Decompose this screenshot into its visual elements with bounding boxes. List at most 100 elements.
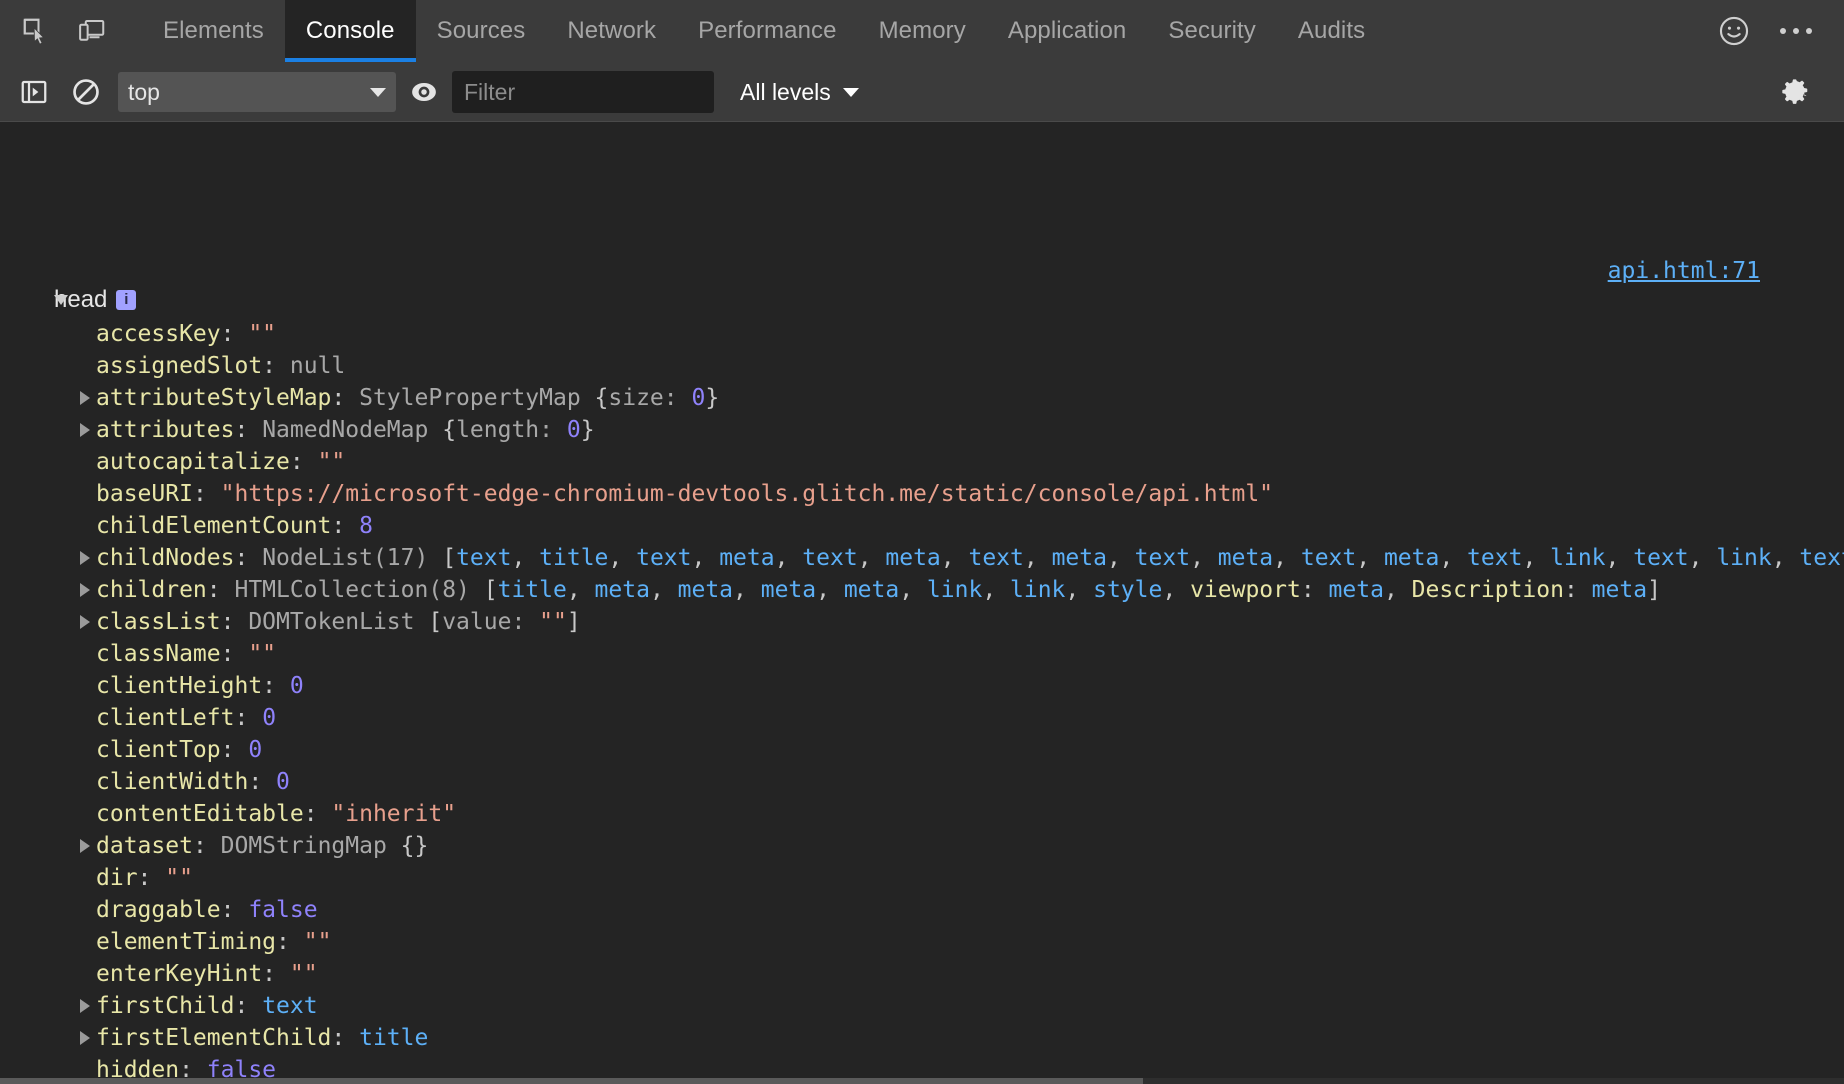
smiley-glyph [1717,14,1751,48]
disclosure-triangle-icon[interactable] [80,583,90,597]
property-row-baseURI[interactable]: baseURI: "https://microsoft-edge-chromiu… [0,478,1844,510]
tab-audits[interactable]: Audits [1277,0,1386,62]
property-row-firstElementChild[interactable]: firstElementChild: title [0,1022,1844,1054]
property-value: 0 [290,673,304,699]
tab-label: Audits [1298,17,1365,45]
property-row-clientHeight[interactable]: clientHeight: 0 [0,670,1844,702]
property-row-attributeStyleMap[interactable]: attributeStyleMap: StylePropertyMap {siz… [0,382,1844,414]
tab-network[interactable]: Network [546,0,677,62]
tab-label: Sources [437,17,526,45]
disclosure-triangle-icon[interactable] [80,551,90,565]
eye-glyph [409,77,439,107]
tab-label: Security [1168,17,1256,45]
more-options-icon[interactable] [1768,0,1824,62]
tab-application[interactable]: Application [987,0,1148,62]
tab-console[interactable]: Console [285,0,416,62]
property-key: assignedSlot [96,353,262,379]
gear-icon[interactable] [1770,63,1822,121]
property-row-assignedSlot[interactable]: assignedSlot: null [0,350,1844,382]
property-key: dataset [96,833,193,859]
disclosure-triangle-icon[interactable] [80,423,90,437]
property-value: "" [290,961,318,987]
property-value: null [290,353,345,379]
console-message-area[interactable]: api.html:71 headi accessKey: "" assigned… [0,122,1844,1084]
clear-console-icon[interactable] [60,63,112,121]
property-value: "" [248,641,276,667]
property-key: clientWidth [96,769,248,795]
sidebar-glyph [19,77,49,107]
console-sidebar-icon[interactable] [8,63,60,121]
property-row-clientTop[interactable]: clientTop: 0 [0,734,1844,766]
property-row-contentEditable[interactable]: contentEditable: "inherit" [0,798,1844,830]
feedback-smiley-icon[interactable] [1706,0,1762,62]
property-row-attributes[interactable]: attributes: NamedNodeMap {length: 0} [0,414,1844,446]
disclosure-triangle-icon[interactable] [80,615,90,629]
disclosure-triangle-icon[interactable] [80,1031,90,1045]
filter-input[interactable] [452,71,714,113]
tab-memory[interactable]: Memory [858,0,987,62]
property-row-className[interactable]: className: "" [0,638,1844,670]
inspect-element-icon[interactable] [8,0,64,62]
property-value: false [248,897,317,923]
property-key: clientLeft [96,705,234,731]
property-key: childNodes [96,545,234,571]
property-row-firstChild[interactable]: firstChild: text [0,990,1844,1022]
source-link[interactable]: api.html:71 [1608,258,1760,284]
object-header-row[interactable]: headi [0,282,1844,318]
javascript-context-select[interactable]: top [118,72,396,112]
property-value: 0 [276,769,290,795]
live-expression-eye-icon[interactable] [396,63,452,121]
property-key: baseURI [96,481,193,507]
property-row-classList[interactable]: classList: DOMTokenList [value: ""] [0,606,1844,638]
disclosure-triangle-icon[interactable] [80,839,90,853]
property-row-autocapitalize[interactable]: autocapitalize: "" [0,446,1844,478]
horizontal-scrollbar[interactable] [0,1078,1844,1084]
disclosure-triangle-expanded-icon[interactable] [54,295,68,305]
property-key: draggable [96,897,221,923]
property-row-clientLeft[interactable]: clientLeft: 0 [0,702,1844,734]
tabbar-actions [1706,0,1844,62]
property-key: attributes [96,417,234,443]
property-key: dir [96,865,138,891]
chevron-down-icon [843,88,859,97]
device-toolbar-icon[interactable] [64,0,120,62]
property-value: "" [304,929,332,955]
context-value: top [128,79,160,106]
ellipsis-glyph [1780,28,1812,34]
tab-performance[interactable]: Performance [677,0,858,62]
property-row-elementTiming[interactable]: elementTiming: "" [0,926,1844,958]
tab-label: Network [567,17,656,45]
property-key: clientHeight [96,673,262,699]
property-row-childElementCount[interactable]: childElementCount: 8 [0,510,1844,542]
disclosure-triangle-icon[interactable] [80,999,90,1013]
property-key: className [96,641,221,667]
scrollbar-thumb[interactable] [0,1078,1143,1084]
property-key: childElementCount [96,513,331,539]
property-key: enterKeyHint [96,961,262,987]
property-key: accessKey [96,321,221,347]
devtools-window: Elements Console Sources Network Perform… [0,0,1844,1084]
property-row-accessKey[interactable]: accessKey: "" [0,318,1844,350]
property-row-dir[interactable]: dir: "" [0,862,1844,894]
tab-elements[interactable]: Elements [142,0,285,62]
property-key: attributeStyleMap [96,385,331,411]
tab-label: Memory [879,17,966,45]
property-row-childNodes[interactable]: childNodes: NodeList(17) [text, title, t… [0,542,1844,574]
property-row-children[interactable]: children: HTMLCollection(8) [title, meta… [0,574,1844,606]
tab-label: Elements [163,17,264,45]
property-key: children [96,577,207,603]
property-value: title [359,1025,428,1051]
property-value: "https://microsoft-edge-chromium-devtool… [221,481,1273,507]
log-levels-value: All levels [740,79,831,106]
property-row-dataset[interactable]: dataset: DOMStringMap {} [0,830,1844,862]
tab-sources[interactable]: Sources [416,0,547,62]
property-row-draggable[interactable]: draggable: false [0,894,1844,926]
property-row-clientWidth[interactable]: clientWidth: 0 [0,766,1844,798]
panel-tabs: Elements Console Sources Network Perform… [142,0,1386,62]
property-row-enterKeyHint[interactable]: enterKeyHint: "" [0,958,1844,990]
property-key: elementTiming [96,929,276,955]
property-key: contentEditable [96,801,304,827]
disclosure-triangle-icon[interactable] [80,391,90,405]
tab-security[interactable]: Security [1147,0,1277,62]
log-levels-select[interactable]: All levels [740,79,859,106]
